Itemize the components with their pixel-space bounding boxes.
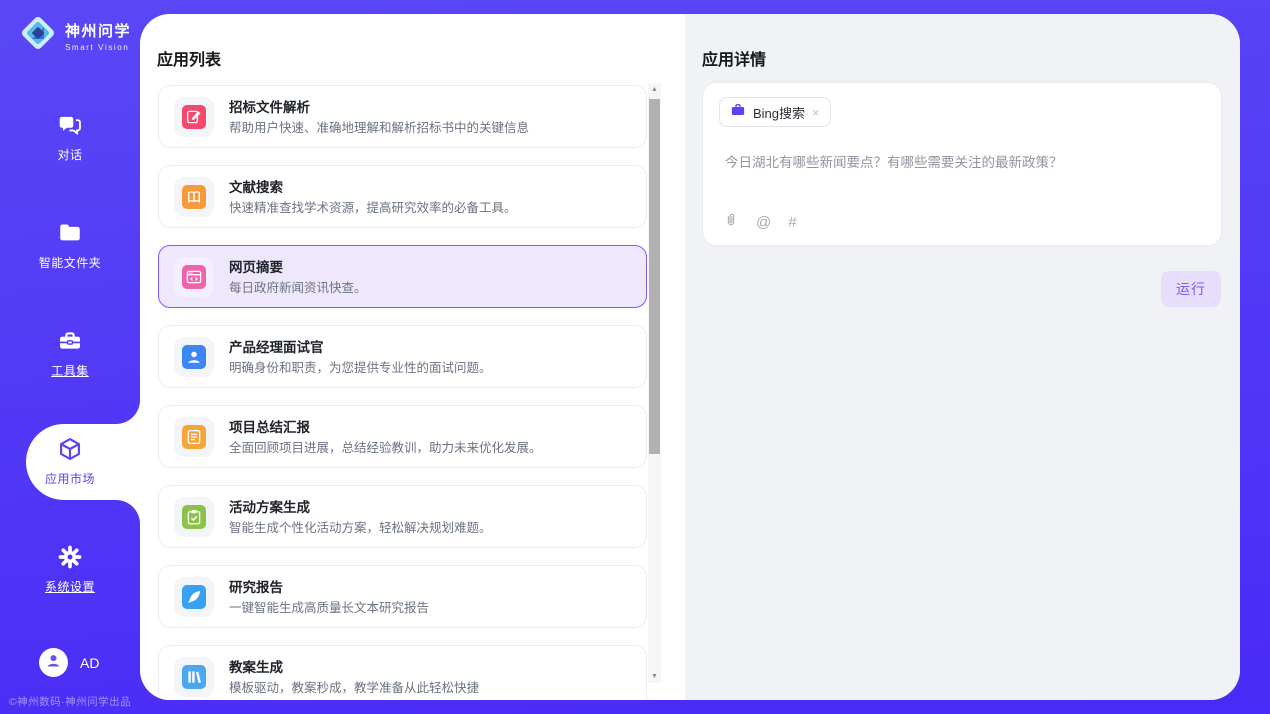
copyright-footer: ©神州数码·神州问学出品 — [0, 694, 140, 709]
prompt-input[interactable]: 今日湖北有哪些新闻要点？有哪些需要关注的最新政策？ — [725, 151, 1201, 171]
folder-icon — [0, 220, 140, 247]
toolbox-icon — [0, 328, 140, 355]
avatar-person-icon — [44, 651, 63, 675]
book-icon — [182, 185, 206, 209]
list-scrollbar[interactable]: ▲ ▼ — [648, 83, 661, 683]
chip-close-icon[interactable]: × — [812, 106, 820, 119]
pen-doc-icon — [182, 105, 206, 129]
app-list-title: 应用列表 — [157, 46, 221, 70]
app-list-item[interactable]: 研究报告 一键智能生成高质量长文本研究报告 — [158, 565, 647, 628]
briefcase-icon — [730, 102, 746, 123]
prompt-card[interactable]: Bing搜索 × 今日湖北有哪些新闻要点？有哪些需要关注的最新政策？ @ # — [702, 82, 1222, 246]
active-nav-fillet-top — [116, 400, 140, 424]
app-list-item[interactable]: 网页摘要 每日政府新闻资讯快查。 — [158, 245, 647, 308]
sidebar-item-chat[interactable]: 对话 — [0, 112, 140, 163]
content-container: 应用列表 招标文件解析 帮助用户快速、准确地理解和解析招标书中的关键信息 文献搜… — [140, 14, 1240, 700]
app-list-item[interactable]: 产品经理面试官 明确身份和职责，为您提供专业性的面试问题。 — [158, 325, 647, 388]
browser-code-icon — [182, 265, 206, 289]
hash-icon[interactable]: # — [788, 214, 796, 231]
app-list-item[interactable]: 项目总结汇报 全面回顾项目进展，总结经验教训，助力未来优化发展。 — [158, 405, 647, 468]
scroll-down-icon[interactable]: ▼ — [648, 670, 661, 683]
quill-icon — [182, 585, 206, 609]
app-list-item[interactable]: 活动方案生成 智能生成个性化活动方案，轻松解决规划难题。 — [158, 485, 647, 548]
app-window: 神州问学 Smart Vision 对话 智能文件夹 工具集 — [0, 0, 1270, 714]
avatar — [39, 648, 68, 677]
sidebar-item-toolset[interactable]: 工具集 — [0, 328, 140, 379]
mention-icon[interactable]: @ — [756, 214, 771, 231]
brand-logo: 神州问学 Smart Vision — [18, 13, 131, 58]
app-detail-title: 应用详情 — [702, 46, 766, 70]
note-lines-icon — [182, 425, 206, 449]
chat-icon — [0, 112, 140, 139]
books-icon — [182, 665, 206, 689]
user-account[interactable]: AD — [39, 648, 99, 677]
scroll-up-icon[interactable]: ▲ — [648, 83, 661, 96]
diamond-logo-icon — [18, 13, 58, 58]
tool-chip-bing-search[interactable]: Bing搜索 × — [719, 97, 831, 127]
sidebar-item-app-market[interactable]: 应用市场 — [0, 436, 140, 487]
gear-icon — [0, 544, 140, 571]
scrollbar-thumb[interactable] — [649, 99, 660, 454]
app-list-panel: 应用列表 招标文件解析 帮助用户快速、准确地理解和解析招标书中的关键信息 文献搜… — [140, 14, 685, 700]
run-button[interactable]: 运行 — [1161, 271, 1221, 307]
brand-title: 神州问学 — [65, 20, 131, 41]
app-list-item[interactable]: 招标文件解析 帮助用户快速、准确地理解和解析招标书中的关键信息 — [158, 85, 647, 148]
app-detail-panel: 应用详情 Bing搜索 × 今日湖北有哪些新闻要点？有哪些需要关注的最新政策？ … — [685, 14, 1240, 700]
sidebar-item-folders[interactable]: 智能文件夹 — [0, 220, 140, 271]
paperclip-icon[interactable] — [723, 212, 739, 232]
clipboard-check-icon — [182, 505, 206, 529]
input-toolbar: @ # — [723, 212, 797, 232]
interviewer-icon — [182, 345, 206, 369]
app-list: 招标文件解析 帮助用户快速、准确地理解和解析招标书中的关键信息 文献搜索 快速精… — [158, 85, 647, 700]
sidebar: 神州问学 Smart Vision 对话 智能文件夹 工具集 — [0, 0, 140, 714]
brand-subtitle: Smart Vision — [65, 43, 131, 52]
app-list-item[interactable]: 文献搜索 快速精准查找学术资源，提高研究效率的必备工具。 — [158, 165, 647, 228]
active-nav-fillet-bottom — [116, 500, 140, 524]
sidebar-item-settings[interactable]: 系统设置 — [0, 544, 140, 595]
app-list-item[interactable]: 教案生成 模板驱动，教案秒成，教学准备从此轻松快捷 — [158, 645, 647, 700]
user-name: AD — [80, 655, 99, 671]
cube-icon — [0, 436, 140, 463]
tool-chip-label: Bing搜索 — [753, 103, 805, 122]
